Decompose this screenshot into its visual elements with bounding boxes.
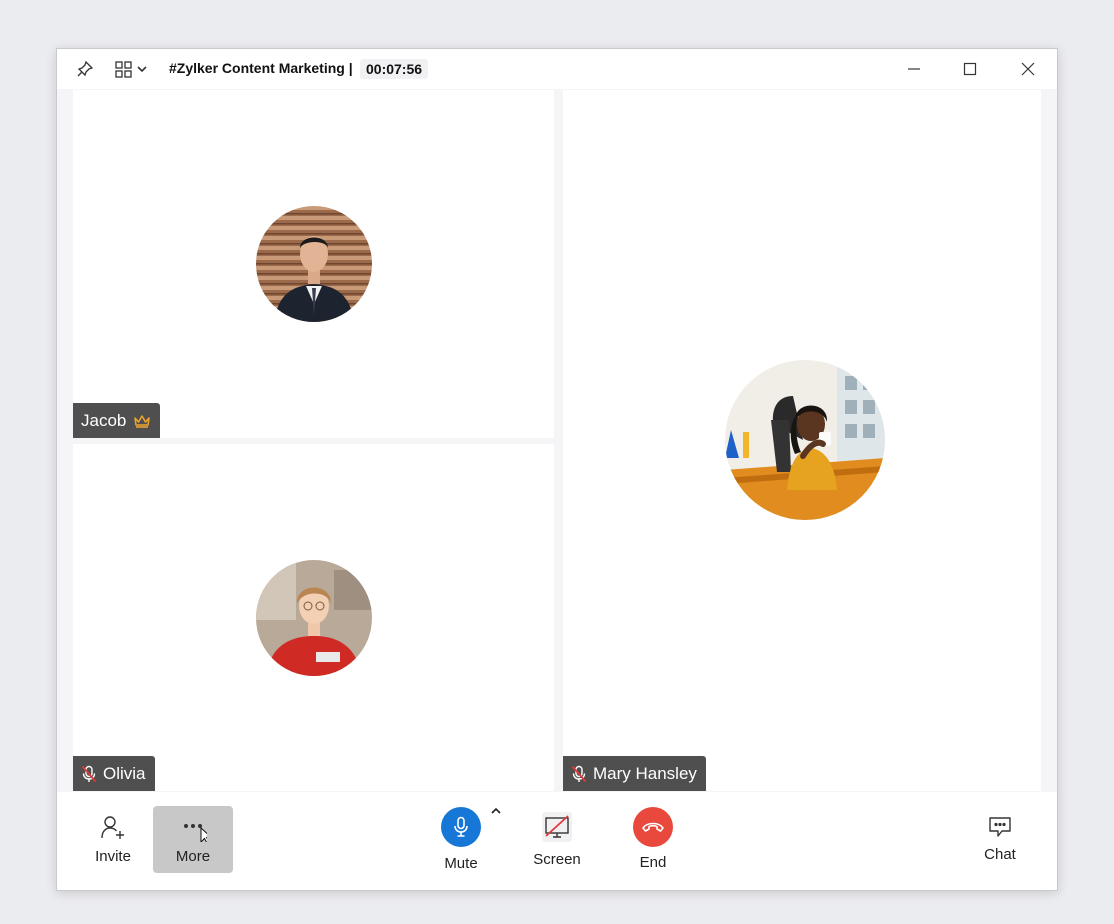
grid-layout-icon[interactable] bbox=[113, 59, 151, 79]
maximize-icon[interactable] bbox=[955, 57, 985, 81]
more-options-icon bbox=[184, 824, 207, 842]
pin-icon[interactable] bbox=[73, 59, 97, 79]
meeting-title: #Zylker Content Marketing | bbox=[169, 60, 353, 76]
participant-tile-jacob[interactable]: Jacob bbox=[73, 90, 554, 438]
microphone-icon bbox=[441, 807, 481, 847]
mute-button[interactable]: Mute bbox=[441, 807, 481, 872]
muted-mic-icon bbox=[81, 765, 97, 782]
screen-label: Screen bbox=[533, 851, 581, 868]
chat-button[interactable]: Chat bbox=[980, 814, 1020, 863]
title-bar: #Zylker Content Marketing | 00:07:56 bbox=[57, 49, 1057, 89]
more-button[interactable]: More bbox=[173, 814, 213, 865]
participant-tile-mary-hansley[interactable]: Mary Hansley bbox=[563, 90, 1041, 791]
muted-mic-icon bbox=[571, 765, 587, 782]
minimize-icon[interactable] bbox=[899, 57, 929, 81]
close-icon[interactable] bbox=[1013, 57, 1043, 81]
screen-share-button[interactable]: Screen bbox=[532, 812, 582, 868]
participant-name: Olivia bbox=[103, 763, 146, 783]
invite-label: Invite bbox=[95, 848, 131, 865]
chat-icon bbox=[989, 817, 1011, 837]
avatar-jacob bbox=[256, 206, 372, 322]
call-timer: 00:07:56 bbox=[360, 59, 429, 79]
meeting-window: #Zylker Content Marketing | 00:07:56 Jac… bbox=[56, 48, 1058, 891]
name-tag-jacob: Jacob bbox=[73, 403, 161, 438]
name-tag-mary-hansley: Mary Hansley bbox=[563, 756, 706, 791]
host-crown-icon bbox=[134, 414, 151, 428]
avatar-mary-hansley bbox=[725, 360, 885, 520]
end-call-button[interactable]: End bbox=[633, 807, 673, 871]
participant-name: Mary Hansley bbox=[593, 763, 697, 783]
more-label: More bbox=[175, 848, 211, 865]
avatar-olivia bbox=[256, 560, 372, 676]
hang-up-icon bbox=[633, 807, 673, 847]
mute-label: Mute bbox=[444, 855, 478, 872]
chat-label: Chat bbox=[984, 846, 1016, 863]
participant-name: Jacob bbox=[81, 410, 127, 430]
screen-share-off-icon bbox=[542, 812, 572, 842]
invite-button[interactable]: Invite bbox=[93, 814, 133, 865]
call-toolbar: Invite More Mute Screen End Chat bbox=[57, 792, 1057, 890]
participant-tile-olivia[interactable]: Olivia bbox=[73, 444, 554, 791]
end-label: End bbox=[639, 854, 667, 871]
name-tag-olivia: Olivia bbox=[73, 756, 155, 791]
audio-options-caret-icon[interactable] bbox=[489, 804, 503, 818]
add-user-icon bbox=[101, 816, 124, 839]
